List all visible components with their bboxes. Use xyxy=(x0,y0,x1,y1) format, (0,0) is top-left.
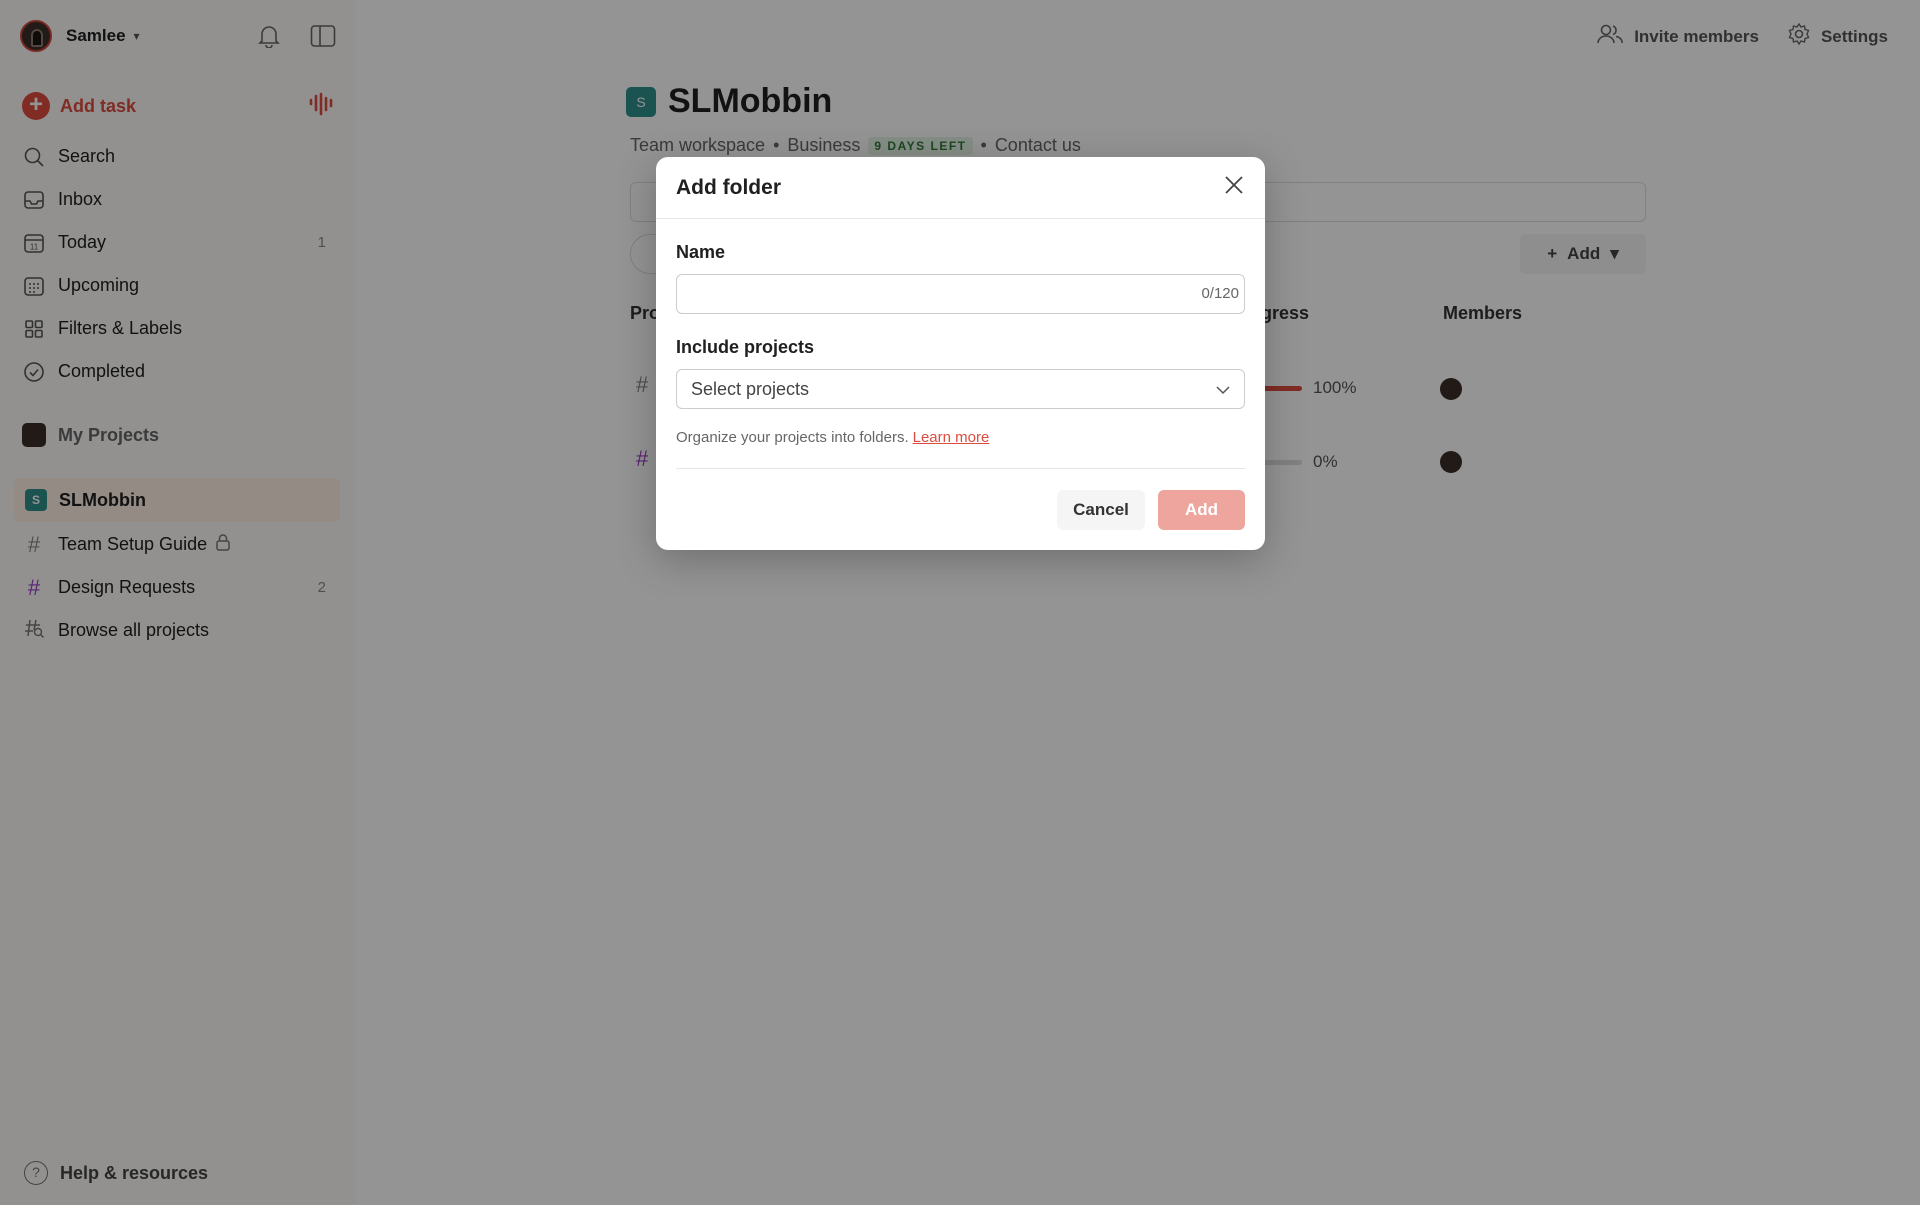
dialog-title: Add folder xyxy=(676,175,781,199)
dialog-header: Add folder xyxy=(656,157,1265,219)
close-icon[interactable] xyxy=(1223,174,1245,201)
include-projects-label: Include projects xyxy=(676,337,815,357)
add-folder-button[interactable]: Add xyxy=(1158,490,1245,530)
folder-name-input[interactable] xyxy=(676,274,1245,314)
divider xyxy=(676,468,1245,469)
learn-more-link[interactable]: Learn more xyxy=(913,429,990,446)
select-projects-dropdown[interactable]: Select projects xyxy=(676,369,1245,409)
chevron-down-icon xyxy=(1216,379,1230,400)
select-placeholder: Select projects xyxy=(691,378,810,399)
name-char-counter: 0/120 xyxy=(1201,285,1239,302)
add-folder-dialog: Add folder Name 0/120 Include projects S… xyxy=(656,157,1265,550)
hint-text: Organize your projects into folders. xyxy=(676,429,909,446)
dialog-hint: Organize your projects into folders. Lear… xyxy=(676,429,989,446)
cancel-button[interactable]: Cancel xyxy=(1057,490,1145,530)
name-label: Name xyxy=(676,242,726,262)
